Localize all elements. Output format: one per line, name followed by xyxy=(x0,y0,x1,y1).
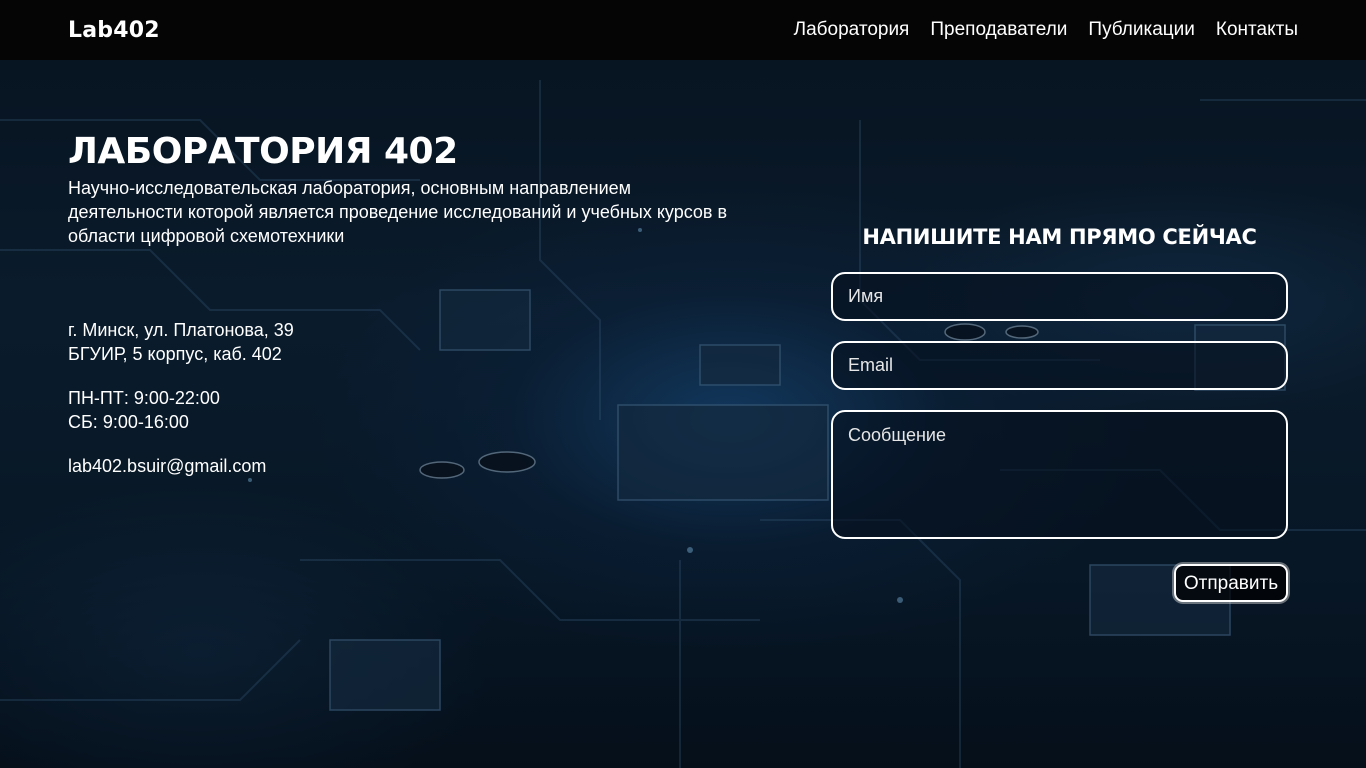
nav-link-laboratory[interactable]: Лаборатория xyxy=(794,19,910,41)
main-nav: Лаборатория Преподаватели Публикации Кон… xyxy=(794,19,1298,41)
form-actions: Отправить xyxy=(831,564,1288,602)
top-navbar: Lab402 Лаборатория Преподаватели Публика… xyxy=(0,0,1366,60)
contact-email[interactable]: lab402.bsuir@gmail.com xyxy=(68,454,294,478)
lab-description: Научно-исследовательская лаборатория, ос… xyxy=(68,178,728,246)
hours-weekdays: ПН-ПТ: 9:00-22:00 xyxy=(68,388,220,408)
nav-link-publications[interactable]: Публикации xyxy=(1088,19,1195,41)
send-button[interactable]: Отправить xyxy=(1174,564,1288,602)
form-title: НАПИШИТЕ НАМ ПРЯМО СЕЙЧАС xyxy=(862,225,1257,249)
contact-info: г. Минск, ул. Платонова, 39 БГУИР, 5 кор… xyxy=(68,318,294,478)
name-field[interactable] xyxy=(831,272,1288,321)
nav-link-contacts[interactable]: Контакты xyxy=(1216,19,1298,41)
page-title: ЛАБОРАТОРИЯ 402 xyxy=(68,131,458,172)
message-field[interactable] xyxy=(831,410,1288,539)
email-field[interactable] xyxy=(831,341,1288,390)
contact-form: НАПИШИТЕ НАМ ПРЯМО СЕЙЧАС Отправить xyxy=(831,222,1288,602)
address-block: г. Минск, ул. Платонова, 39 БГУИР, 5 кор… xyxy=(68,318,294,366)
working-hours-block: ПН-ПТ: 9:00-22:00 СБ: 9:00-16:00 xyxy=(68,386,294,434)
site-logo[interactable]: Lab402 xyxy=(68,18,160,43)
nav-link-teachers[interactable]: Преподаватели xyxy=(930,19,1067,41)
address-line-1: г. Минск, ул. Платонова, 39 xyxy=(68,320,294,340)
address-line-2: БГУИР, 5 корпус, каб. 402 xyxy=(68,344,282,364)
hero-section: ЛАБОРАТОРИЯ 402 Научно-исследовательская… xyxy=(68,130,748,248)
hours-saturday: СБ: 9:00-16:00 xyxy=(68,412,189,432)
